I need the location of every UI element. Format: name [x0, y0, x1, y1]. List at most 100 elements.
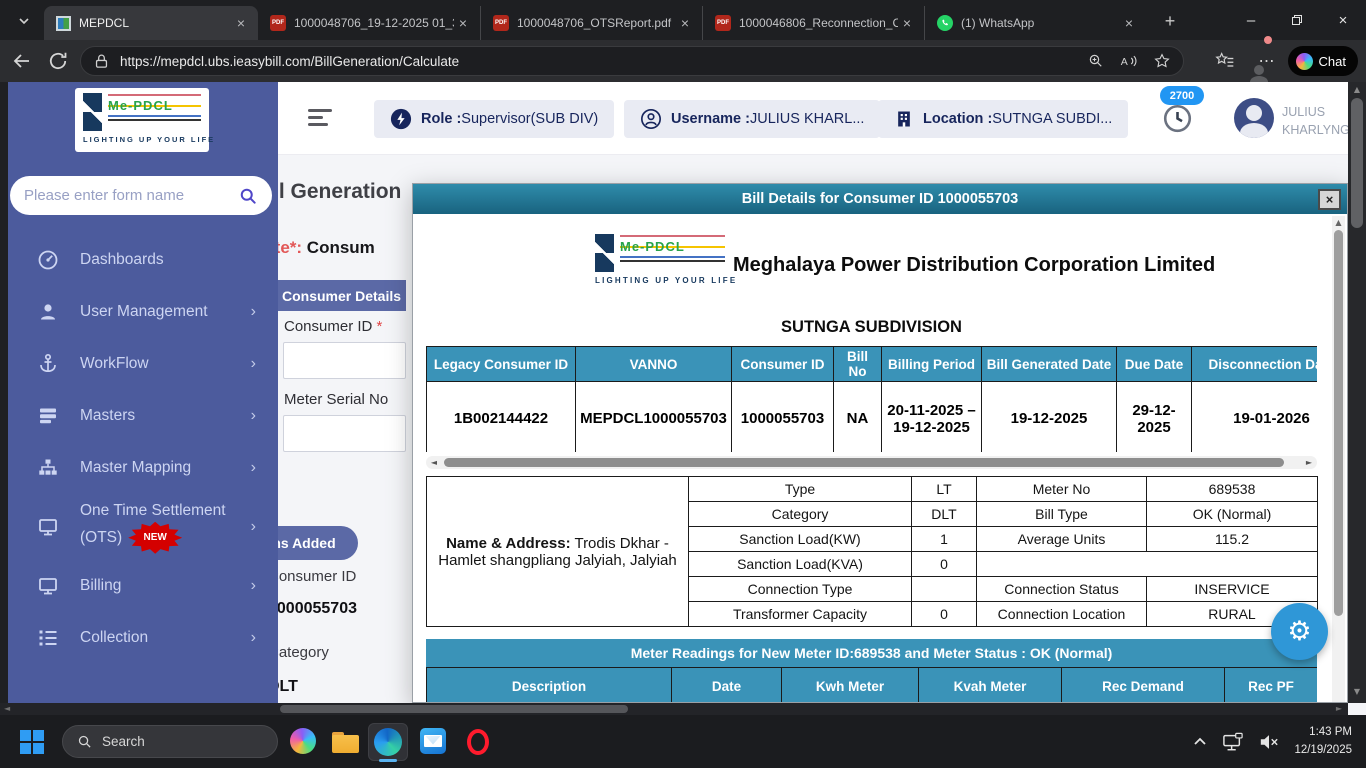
- file-explorer-icon[interactable]: [332, 728, 360, 756]
- meter-serial-label: Meter Serial No: [284, 391, 389, 408]
- tab-search-chevron-icon[interactable]: [10, 8, 38, 34]
- favorite-star-icon[interactable]: [1153, 52, 1171, 70]
- tray-chevron-icon[interactable]: [1192, 734, 1208, 750]
- browser-tab[interactable]: (1) WhatsApp ×: [924, 6, 1146, 40]
- bill-table-header: Legacy Consumer ID: [426, 346, 576, 382]
- zoom-icon[interactable]: [1087, 52, 1105, 70]
- detail-label: Category: [688, 501, 912, 527]
- copilot-taskbar-icon[interactable]: [290, 728, 318, 756]
- scroll-left-icon[interactable]: ◄: [427, 456, 441, 469]
- browser-tab[interactable]: PDF 1000048706_19-12-2025 01_32 ×: [258, 6, 480, 40]
- meter-table-header: Description: [426, 667, 672, 702]
- bill-table-horizontal-scrollbar[interactable]: ◄ ►: [426, 456, 1317, 469]
- user-avatar[interactable]: [1234, 98, 1274, 138]
- browser-tab-strip: MEPDCL × PDF 1000048706_19-12-2025 01_32 × PD…: [0, 0, 1366, 40]
- sidebar-item-billing[interactable]: Billing ›: [8, 560, 278, 612]
- bill-table-cell: 19-12-2025: [981, 381, 1117, 452]
- tab-close-icon[interactable]: ×: [676, 14, 694, 32]
- meter-serial-input[interactable]: [283, 415, 406, 452]
- sidebar-item-one-time-settlement-ots[interactable]: One Time Settlement (OTS) NEW ›: [8, 494, 278, 560]
- modal-vertical-scrollbar[interactable]: ▲: [1332, 216, 1345, 702]
- bill-table-header: Disconnection Date: [1191, 346, 1317, 382]
- page-hscroll-thumb[interactable]: [280, 705, 628, 713]
- read-aloud-icon[interactable]: A: [1119, 52, 1139, 70]
- favorites-bar-icon[interactable]: [1214, 51, 1235, 71]
- meter-readings-title: Meter Readings for New Meter ID:689538 a…: [426, 639, 1317, 667]
- page-scroll-down-icon[interactable]: ▼: [1348, 687, 1366, 696]
- url-text[interactable]: https://mepdcl.ubs.ieasybill.com/BillGen…: [120, 54, 1087, 69]
- tab-close-icon[interactable]: ×: [1120, 14, 1138, 32]
- page-scroll-up-icon[interactable]: ▲: [1348, 85, 1366, 94]
- meter-table-header: Kwh Meter: [781, 667, 919, 702]
- new-tab-button[interactable]: +: [1158, 9, 1182, 33]
- chevron-right-icon: ›: [250, 303, 256, 320]
- refresh-button[interactable]: [46, 49, 70, 73]
- browser-tab[interactable]: PDF 1000048706_OTSReport.pdf ×: [480, 6, 702, 40]
- detail-value: INSERVICE: [1146, 576, 1318, 602]
- sidebar-item-dashboards[interactable]: Dashboards: [8, 234, 278, 286]
- tab-close-icon[interactable]: ×: [232, 14, 250, 32]
- page-vertical-scrollbar[interactable]: ▲ ▼: [1348, 82, 1366, 703]
- chevron-right-icon: ›: [250, 517, 256, 535]
- bill-table-cell: 29-12-2025: [1116, 381, 1192, 452]
- detail-value: [911, 576, 977, 602]
- kv-consumer-id-value: 1000055703: [268, 600, 357, 617]
- copilot-chat-button[interactable]: Chat: [1287, 46, 1358, 76]
- search-icon[interactable]: [238, 186, 258, 206]
- back-button[interactable]: [10, 49, 34, 73]
- taskbar-search[interactable]: Search: [62, 725, 278, 758]
- detail-label: Connection Type: [688, 576, 912, 602]
- window-close-button[interactable]: ×: [1320, 0, 1366, 40]
- sidebar-item-workflow[interactable]: WorkFlow ›: [8, 338, 278, 390]
- mepdcl-logo: Me-PDCL LIGHTING UP YOUR LIFE: [595, 234, 735, 285]
- sidebar-item-master-mapping[interactable]: Master Mapping ›: [8, 442, 278, 494]
- bill-table-header: Bill Generated Date: [981, 346, 1117, 382]
- collection-icon: [36, 626, 60, 650]
- form-search-box[interactable]: [10, 176, 272, 215]
- consumer-id-input[interactable]: [283, 342, 406, 379]
- gear-icon: ⚙: [1287, 616, 1312, 647]
- page-scroll-left-icon[interactable]: ◄: [4, 704, 10, 713]
- bill-table-header: Due Date: [1116, 346, 1192, 382]
- building-icon: [898, 111, 910, 127]
- detail-label: Type: [688, 476, 912, 502]
- settings-fab-button[interactable]: ⚙: [1271, 603, 1328, 660]
- sidebar-toggle-icon[interactable]: [308, 109, 334, 127]
- scroll-right-icon[interactable]: ►: [1302, 456, 1316, 469]
- sidebar-item-masters[interactable]: Masters ›: [8, 390, 278, 442]
- mapping-icon: [36, 456, 60, 480]
- browser-tab[interactable]: MEPDCL ×: [44, 6, 258, 40]
- mail-icon[interactable]: [420, 728, 448, 756]
- scroll-up-icon[interactable]: ▲: [1332, 216, 1345, 228]
- clock-icon: [1163, 104, 1192, 133]
- consumer-details-table: Name & Address: Trodis Dkhar - Hamlet sh…: [426, 476, 1318, 627]
- tab-close-icon[interactable]: ×: [898, 14, 916, 32]
- page-vscroll-thumb[interactable]: [1351, 98, 1363, 228]
- taskbar-clock[interactable]: 1:43 PM 12/19/2025: [1294, 724, 1352, 759]
- sidebar-item-collection[interactable]: Collection ›: [8, 612, 278, 664]
- network-display-icon[interactable]: [1222, 732, 1244, 752]
- tab-close-icon[interactable]: ×: [454, 14, 472, 32]
- browser-tab[interactable]: PDF 1000046806_Reconnection_Con ×: [702, 6, 924, 40]
- window-restore-button[interactable]: [1274, 0, 1320, 40]
- volume-muted-icon[interactable]: [1258, 732, 1280, 752]
- address-bar[interactable]: https://mepdcl.ubs.ieasybill.com/BillGen…: [80, 46, 1184, 76]
- window-minimize-button[interactable]: –: [1228, 0, 1274, 40]
- sidebar-item-label: WorkFlow: [80, 355, 149, 373]
- detail-empty-cell: [976, 551, 1318, 577]
- opera-icon[interactable]: [464, 728, 492, 756]
- start-button[interactable]: [20, 730, 44, 754]
- taskbar-time: 1:43 PM: [1309, 726, 1352, 739]
- page-horizontal-scrollbar[interactable]: ◄ ►: [0, 703, 1348, 715]
- session-timer[interactable]: 2700: [1160, 86, 1216, 142]
- sidebar-item-user-management[interactable]: User Management ›: [8, 286, 278, 338]
- browser-toolbar: https://mepdcl.ubs.ieasybill.com/BillGen…: [0, 36, 1366, 82]
- chevron-right-icon: ›: [250, 459, 256, 476]
- modal-close-button[interactable]: ×: [1318, 189, 1341, 210]
- page-scroll-right-icon[interactable]: ►: [1336, 704, 1342, 713]
- masters-icon: [36, 404, 60, 428]
- form-search-input[interactable]: [24, 187, 238, 204]
- modal-vscroll-thumb[interactable]: [1334, 230, 1343, 616]
- hscroll-thumb[interactable]: [444, 458, 1284, 467]
- edge-browser-icon[interactable]: [374, 728, 402, 756]
